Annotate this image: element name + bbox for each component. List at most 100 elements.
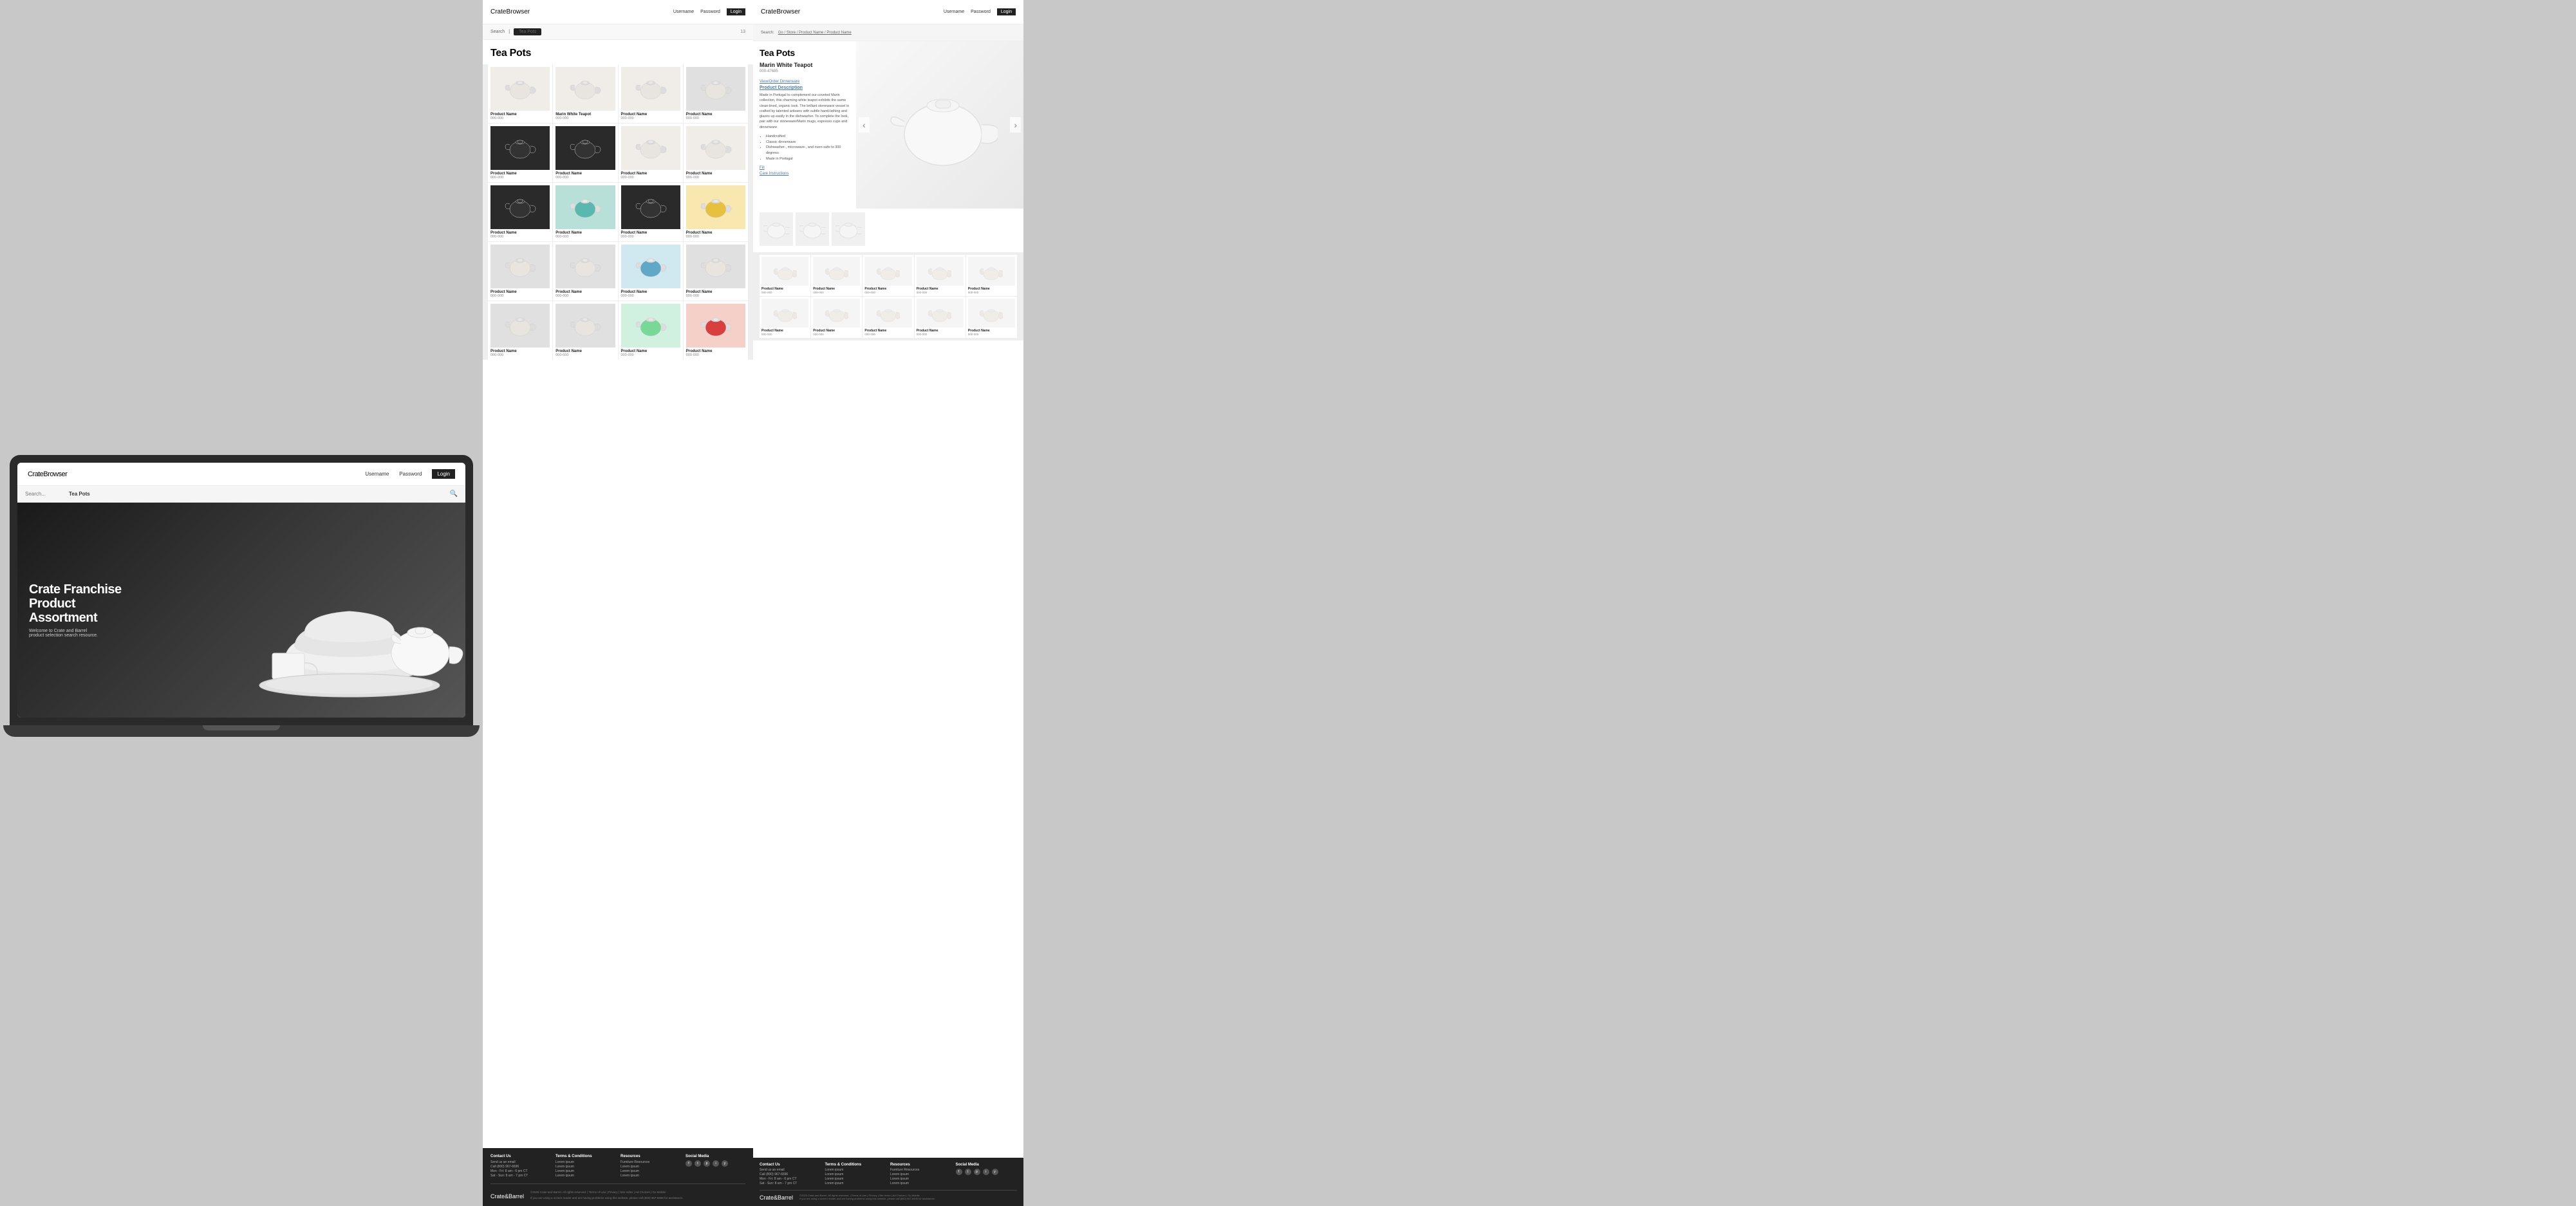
related-product-sku: 000-000 (761, 291, 808, 294)
pg-footer-resources: Resources Furniture Resources Lorem ipsu… (621, 1155, 680, 1178)
product-image (621, 67, 680, 111)
related-product-cell[interactable]: Product Name 000-000 (811, 255, 862, 296)
hero-headline: Crate Franchise Product Assortment (29, 582, 122, 625)
pinterest-icon[interactable]: p (704, 1160, 710, 1167)
pg-breadcrumb-divider: | (509, 30, 510, 34)
product-sku: 000-000 (555, 176, 615, 180)
pg-contact-phone[interactable]: Call (800) 967-6696 (490, 1165, 550, 1169)
product-cell[interactable]: Product Name 000-000 (684, 124, 748, 182)
product-image (621, 304, 680, 348)
pg-username-label: Username (673, 10, 694, 14)
pg-breadcrumb-search[interactable]: Search (490, 30, 505, 34)
product-grid: Product Name 000-000 Marin White Teapot … (483, 64, 753, 360)
related-product-cell[interactable]: Product Name 000-000 (760, 255, 810, 296)
product-cell[interactable]: Product Name 000-000 (684, 183, 748, 241)
product-cell[interactable]: Marin White Teapot 000-000 (553, 64, 617, 123)
product-thumbnail[interactable] (796, 212, 829, 246)
product-cell[interactable]: Product Name 000-000 (553, 183, 617, 241)
pg-nav: CrateBrowser Username Password Login (483, 0, 753, 24)
pd-description-text: Made in Portugal to complement our covet… (760, 93, 850, 130)
pd-footer-contact: Contact Us Send us an email Call (800) 9… (760, 1163, 821, 1186)
pd-twitter-icon[interactable]: t (965, 1169, 971, 1175)
related-product-cell[interactable]: Product Name 000-000 (915, 297, 966, 338)
pd-fill-link[interactable]: Fill (760, 166, 850, 170)
pd-image-next[interactable]: › (1010, 117, 1021, 133)
related-product-cell[interactable]: Product Name 000-000 (811, 297, 862, 338)
login-button[interactable]: Login (432, 469, 455, 479)
pd-pinterest-icon[interactable]: p (974, 1169, 980, 1175)
laptop-body: CrateBrowser Username Password Login Tea… (10, 455, 473, 725)
facebook-icon[interactable]: f (686, 1160, 692, 1167)
related-product-sku: 000-000 (917, 333, 964, 336)
search-icon[interactable]: 🔍 (450, 490, 458, 497)
product-cell[interactable]: Product Name 000-000 (488, 242, 552, 301)
youtube-icon[interactable]: y (722, 1160, 728, 1167)
related-product-image (813, 257, 860, 286)
product-sku: 000-000 (621, 353, 680, 357)
product-cell[interactable]: Product Name 000-000 (488, 64, 552, 123)
pd-facebook-icon[interactable]: f (956, 1169, 962, 1175)
product-cell[interactable]: Product Name 000-000 (619, 301, 683, 360)
product-sku: 000-000 (490, 116, 550, 120)
pg-login-button[interactable]: Login (727, 8, 745, 15)
related-product-cell[interactable]: Product Name 000-000 (760, 297, 810, 338)
product-thumbnail[interactable] (832, 212, 865, 246)
product-cell[interactable]: Product Name 000-000 (619, 64, 683, 123)
product-sku: 000-000 (555, 353, 615, 357)
pd-youtube-icon[interactable]: y (992, 1169, 998, 1175)
related-product-cell[interactable]: Product Name 000-000 (966, 297, 1017, 338)
pd-login-button[interactable]: Login (997, 8, 1016, 15)
product-image (686, 304, 745, 348)
bullet-item: Handcrafted (766, 134, 850, 140)
pd-footer-social: Social Media f t p i y (956, 1163, 1018, 1186)
product-image (621, 245, 680, 288)
laptop-section: CrateBrowser Username Password Login Tea… (0, 0, 483, 1206)
instagram-icon[interactable]: i (713, 1160, 719, 1167)
product-cell[interactable]: Product Name 000-000 (684, 64, 748, 123)
product-cell[interactable]: Product Name 000-000 (619, 183, 683, 241)
product-sku: 000-000 (555, 116, 615, 120)
related-product-image (813, 299, 860, 328)
product-sku: 000-000 (686, 353, 745, 357)
related-product-sku: 000-000 (813, 291, 860, 294)
product-image (555, 185, 615, 229)
related-product-cell[interactable]: Product Name 000-000 (966, 255, 1017, 296)
pd-page-title: Tea Pots (760, 48, 850, 58)
pd-care-link[interactable]: Care Instructions (760, 172, 850, 176)
product-cell[interactable]: Product Name 000-000 (684, 301, 748, 360)
product-cell[interactable]: Product Name 000-000 (684, 242, 748, 301)
product-cell[interactable]: Product Name 000-000 (553, 124, 617, 182)
product-cell[interactable]: Product Name 000-000 (488, 183, 552, 241)
product-thumbnail[interactable] (760, 212, 793, 246)
product-sku: 000-000 (555, 235, 615, 239)
pd-main-image: ‹ › (856, 41, 1023, 209)
product-image (555, 67, 615, 111)
related-product-cell[interactable]: Product Name 000-000 (863, 297, 913, 338)
product-cell[interactable]: Product Name 000-000 (553, 242, 617, 301)
search-input[interactable] (25, 491, 64, 497)
product-cell[interactable]: Product Name 000-000 (488, 124, 552, 182)
related-product-image (968, 257, 1015, 286)
pd-image-prev[interactable]: ‹ (859, 117, 870, 133)
product-image (621, 126, 680, 170)
username-label: Username (365, 471, 389, 477)
laptop-nav-links: Username Password Login (365, 469, 455, 479)
product-cell[interactable]: Product Name 000-000 (619, 124, 683, 182)
product-image (621, 185, 680, 229)
pd-product-name: Marin White Teapot (760, 62, 850, 68)
related-product-cell[interactable]: Product Name 000-000 (915, 255, 966, 296)
product-cell[interactable]: Product Name 000-000 (619, 242, 683, 301)
product-cell[interactable]: Product Name 000-000 (553, 301, 617, 360)
product-image (686, 245, 745, 288)
related-product-cell[interactable]: Product Name 000-000 (863, 255, 913, 296)
product-cell[interactable]: Product Name 000-000 (488, 301, 552, 360)
product-image (555, 245, 615, 288)
pd-description-title[interactable]: Product Description (760, 86, 850, 90)
pg-contact-email[interactable]: Send us an email (490, 1160, 550, 1165)
twitter-icon[interactable]: t (695, 1160, 701, 1167)
pg-search-tab[interactable]: Tea Pots (514, 28, 541, 35)
pd-instagram-icon[interactable]: i (983, 1169, 989, 1175)
pg-nav-right: Username Password Login (673, 8, 745, 15)
pd-department-link[interactable]: View/Order Dinnerware (760, 80, 799, 84)
pd-breadcrumb-path[interactable]: Go / Store / Product Name / Product Name (778, 31, 852, 35)
